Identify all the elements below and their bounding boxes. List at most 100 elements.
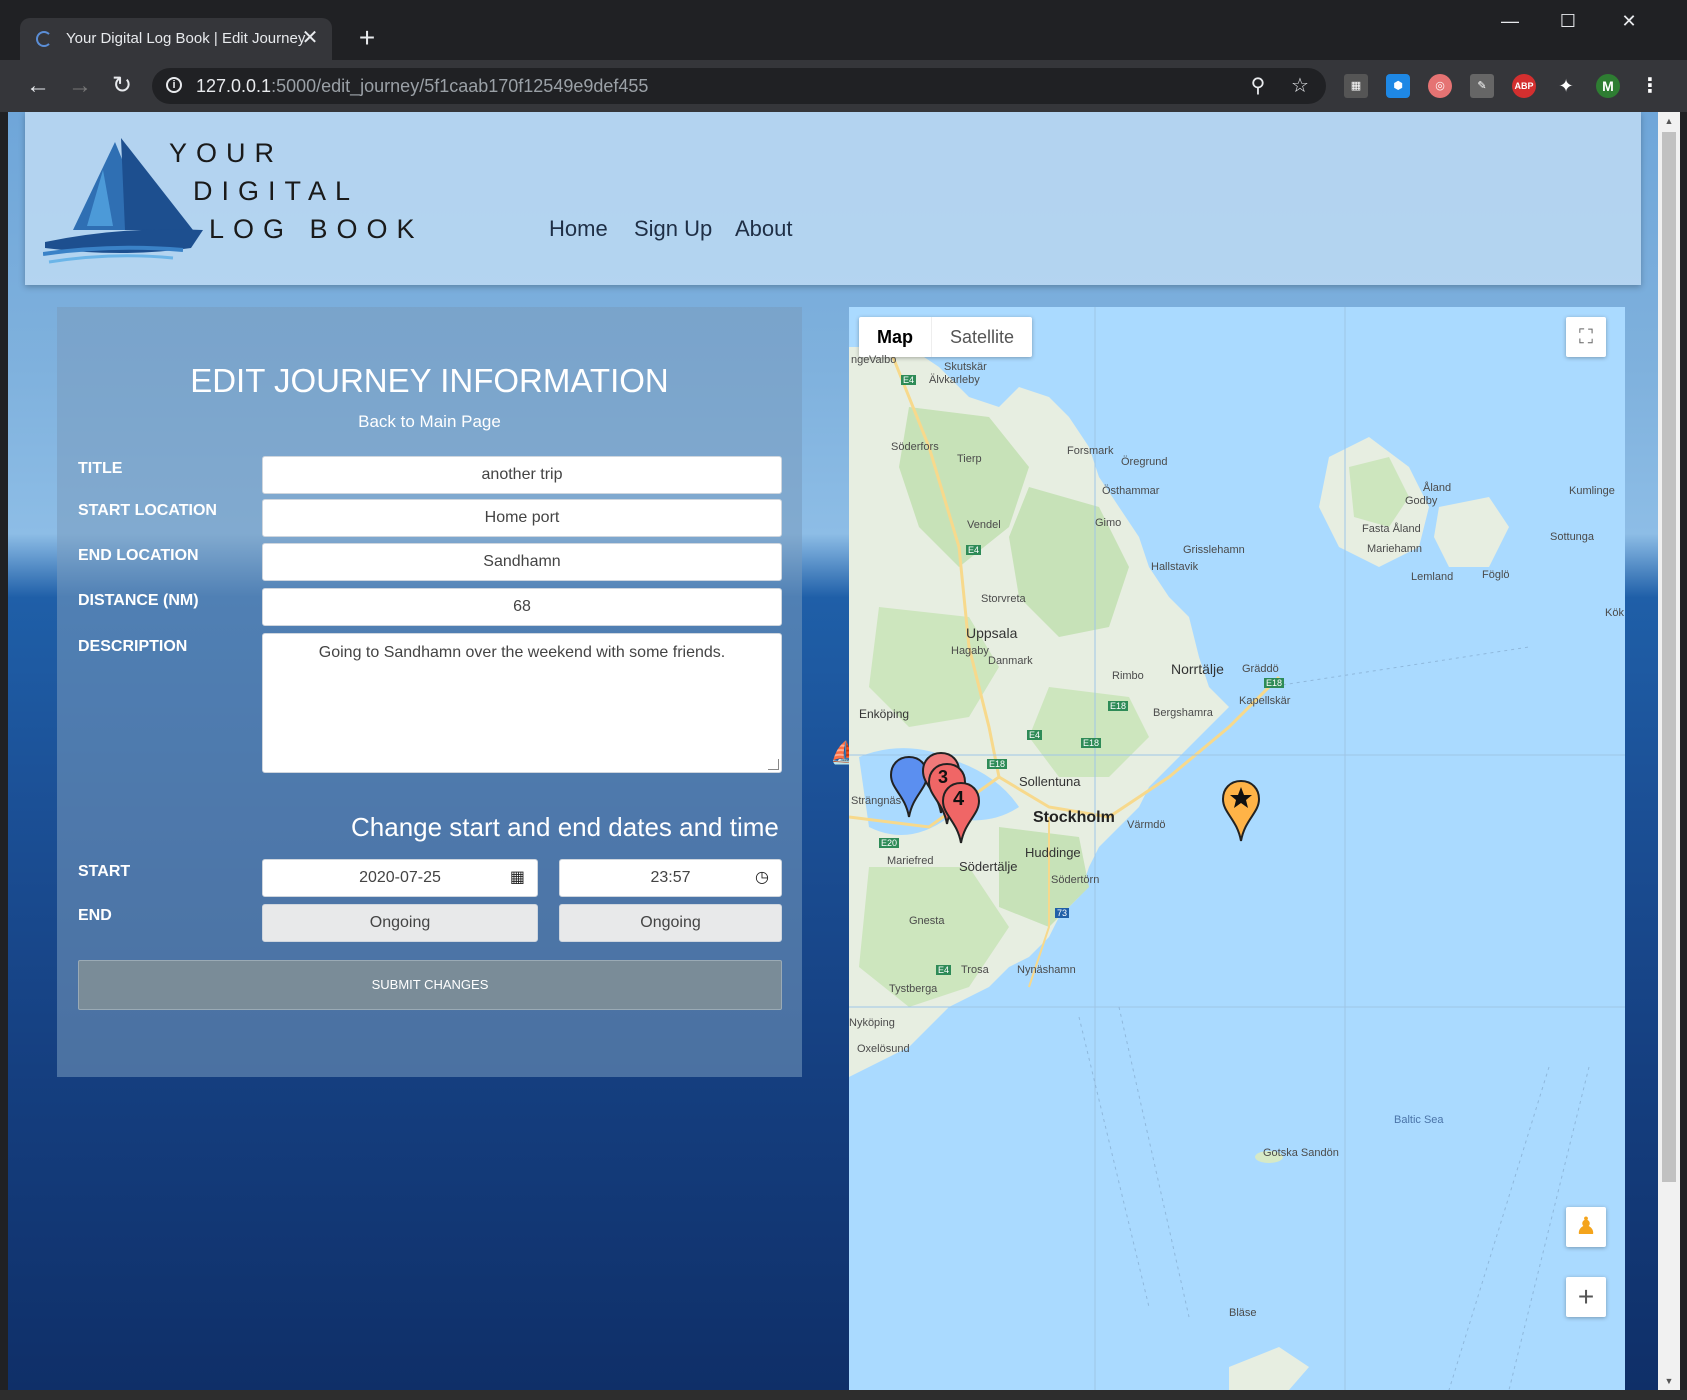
extensions-puzzle-icon[interactable]: ✦	[1554, 74, 1578, 98]
extension-hex-icon[interactable]: ⬢	[1386, 74, 1410, 98]
map-label: Bergshamra	[1153, 707, 1213, 719]
scroll-up-icon[interactable]: ▲	[1658, 112, 1680, 130]
road-shield: E4	[966, 545, 982, 555]
browser-tab-bar: Your Digital Log Book | Edit Journey ✕ +…	[0, 0, 1687, 60]
title-label: TITLE	[78, 460, 123, 477]
map-label: Hallstavik	[1151, 561, 1199, 573]
road-shield: E18	[987, 759, 1008, 769]
map-label: Värmdö	[1127, 819, 1166, 831]
map-label: Sottunga	[1550, 531, 1595, 543]
map-label: Kapellskär	[1239, 695, 1291, 707]
end-date-input[interactable]: Ongoing	[262, 904, 538, 942]
end-location-label: END LOCATION	[78, 547, 199, 564]
map-label: Gräddö	[1242, 663, 1279, 675]
scroll-thumb[interactable]	[1662, 132, 1676, 1182]
map-label: Älvkarleby	[929, 374, 980, 386]
extension-eyedropper-icon[interactable]: ✎	[1470, 74, 1494, 98]
map-label: Enköping	[859, 707, 910, 721]
street-view-pegman-icon[interactable]: ♟	[1566, 1207, 1606, 1247]
zoom-icon[interactable]: ⚲	[1246, 74, 1270, 98]
address-bar[interactable]: i 127.0.0.1:5000/edit_journey/5f1caab170…	[152, 68, 1326, 104]
title-input[interactable]: another trip	[262, 456, 782, 494]
submit-changes-button[interactable]: SUBMIT CHANGES	[78, 960, 782, 1010]
end-location-input[interactable]: Sandhamn	[262, 543, 782, 581]
extension-glasses-icon[interactable]: ◎	[1428, 74, 1452, 98]
window-close-icon[interactable]: ✕	[1600, 6, 1658, 36]
road-shield: E4	[901, 375, 917, 385]
nav-about[interactable]: About	[735, 216, 793, 242]
road-shield: E20	[879, 838, 900, 848]
page-scrollbar[interactable]: ▲ ▼	[1658, 112, 1680, 1390]
start-time-input[interactable]: 23:57 ◷	[559, 859, 782, 897]
map-label: Trosa	[961, 964, 989, 976]
map-type-satellite-button[interactable]: Satellite	[931, 317, 1032, 357]
map-label: Hagaby	[951, 645, 989, 657]
calendar-icon[interactable]: ▦	[510, 860, 525, 896]
map-label: Skutskär	[944, 361, 987, 373]
end-time-input[interactable]: Ongoing	[559, 904, 782, 942]
adblock-icon[interactable]: ABP	[1512, 74, 1536, 98]
url-text[interactable]: 127.0.0.1:5000/edit_journey/5f1caab170f1…	[196, 76, 648, 97]
map-label: Mariehamn	[1367, 543, 1423, 555]
zoom-in-icon[interactable]: +	[1566, 1277, 1606, 1317]
brand-line-2: DIGITAL	[193, 176, 360, 206]
brand-line-1: YOUR	[169, 138, 284, 168]
start-location-input[interactable]: Home port	[262, 499, 782, 537]
close-tab-icon[interactable]: ✕	[298, 26, 322, 50]
journey-map[interactable]: Map Satellite ⛶ ♟ + nge Valbo Skutskär Äl…	[849, 307, 1625, 1390]
reload-icon[interactable]: ↻	[106, 70, 138, 102]
map-label: Baltic Sea	[1394, 1114, 1444, 1126]
dates-heading: Change start and end dates and time	[351, 812, 779, 842]
description-textarea[interactable]: Going to Sandhamn over the weekend with …	[262, 633, 782, 773]
browser-menu-icon[interactable]: ⋮	[1638, 74, 1662, 98]
map-label: Nyköping	[849, 1017, 895, 1029]
bookmark-star-icon[interactable]: ☆	[1288, 74, 1312, 98]
star-marker-icon[interactable]	[1221, 779, 1261, 843]
map-label: Oxelösund	[857, 1043, 910, 1055]
map-label: Tierp	[957, 453, 982, 465]
map-label: Storvreta	[981, 593, 1026, 605]
start-time-value: 23:57	[650, 869, 691, 886]
browser-toolbar: ← → ↻ i 127.0.0.1:5000/edit_journey/5f1c…	[0, 60, 1687, 112]
start-label: START	[78, 863, 131, 880]
maximize-icon[interactable]: ☐	[1539, 6, 1597, 36]
map-label: Östhammar	[1102, 485, 1160, 497]
map-label: Söderfors	[891, 441, 939, 453]
url-host: 127.0.0.1	[196, 76, 272, 96]
start-location-label: START LOCATION	[78, 502, 217, 519]
extension-qr-icon[interactable]: ▦	[1344, 74, 1368, 98]
tab-title: Your Digital Log Book | Edit Journey	[66, 30, 306, 47]
start-date-input[interactable]: 2020-07-25 ▦	[262, 859, 538, 897]
forward-arrow-icon[interactable]: →	[64, 70, 96, 102]
url-path: :5000/edit_journey/5f1caab170f12549e9def…	[271, 76, 649, 96]
map-label: Forsmark	[1067, 445, 1114, 457]
back-arrow-icon[interactable]: ←	[22, 70, 54, 102]
site-info-icon[interactable]: i	[166, 77, 182, 93]
minimize-icon[interactable]: —	[1481, 6, 1539, 36]
map-type-map-button[interactable]: Map	[859, 317, 931, 357]
map-terrain	[849, 307, 1625, 1390]
map-label: Vendel	[967, 519, 1001, 531]
scroll-down-icon[interactable]: ▼	[1658, 1372, 1680, 1390]
map-type-control: Map Satellite	[859, 317, 1033, 357]
nav-home[interactable]: Home	[549, 216, 608, 242]
window-bottom-edge	[0, 1390, 1687, 1400]
map-label: Mariefred	[887, 855, 934, 867]
map-label: Godby	[1405, 495, 1438, 507]
marker-label-4: 4	[953, 788, 965, 810]
browser-tab[interactable]: Your Digital Log Book | Edit Journey ✕	[20, 18, 332, 60]
new-tab-icon[interactable]: +	[352, 24, 382, 52]
map-label: Lemland	[1411, 571, 1454, 583]
resize-handle[interactable]	[768, 759, 779, 770]
description-label: DESCRIPTION	[78, 638, 188, 655]
clock-icon[interactable]: ◷	[755, 860, 769, 896]
map-label: Sollentuna	[1019, 774, 1081, 789]
fullscreen-icon[interactable]: ⛶	[1566, 317, 1606, 357]
profile-avatar[interactable]: M	[1596, 74, 1620, 98]
map-label: Kumlinge	[1569, 485, 1615, 497]
nav-sign-up[interactable]: Sign Up	[634, 216, 712, 242]
back-to-main-link[interactable]: Back to Main Page	[57, 412, 802, 432]
map-label: Fasta Åland	[1362, 523, 1421, 535]
distance-input[interactable]: 68	[262, 588, 782, 626]
map-label: Grisslehamn	[1183, 544, 1245, 556]
